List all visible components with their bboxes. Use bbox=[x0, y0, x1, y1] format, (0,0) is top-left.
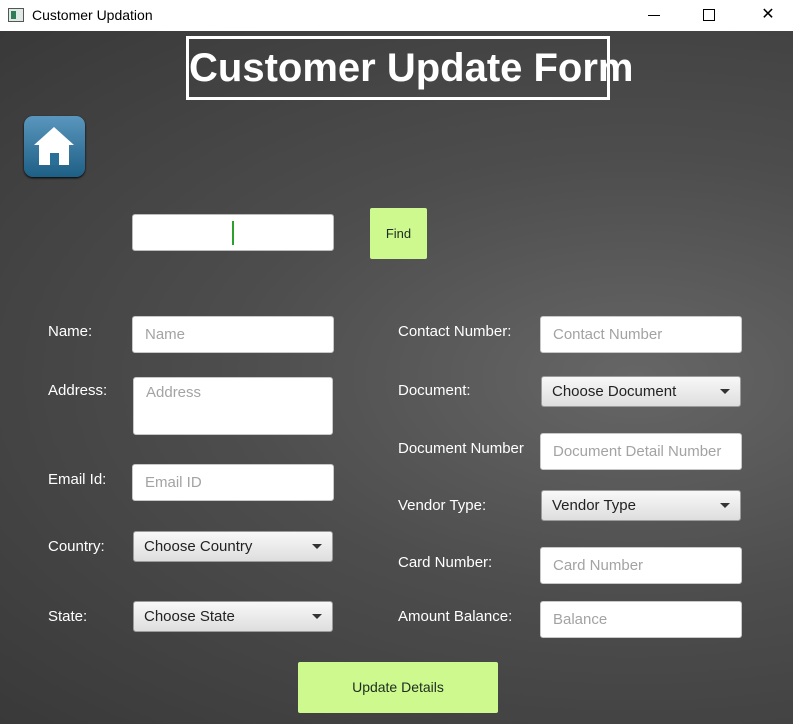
search-input[interactable] bbox=[132, 214, 334, 251]
find-button[interactable]: Find bbox=[370, 208, 427, 259]
state-select[interactable]: Choose State bbox=[133, 601, 333, 632]
close-button[interactable]: ✕ bbox=[745, 0, 791, 31]
form-area: Customer Update Form Find Name: Name Add… bbox=[0, 31, 793, 724]
maximize-button[interactable] bbox=[686, 0, 732, 31]
chevron-down-icon bbox=[312, 544, 322, 549]
minimize-icon bbox=[648, 15, 660, 16]
vendor-type-select-value: Vendor Type bbox=[552, 497, 636, 514]
document-label: Document: bbox=[398, 382, 471, 399]
amount-balance-label: Amount Balance: bbox=[398, 608, 513, 625]
vendor-type-label: Vendor Type: bbox=[398, 497, 487, 514]
minimize-button[interactable] bbox=[631, 0, 677, 31]
chevron-down-icon bbox=[312, 614, 322, 619]
email-field[interactable]: Email ID bbox=[132, 464, 334, 501]
update-details-button[interactable]: Update Details bbox=[298, 662, 498, 713]
card-number-label: Card Number: bbox=[398, 554, 493, 571]
document-number-label: Document Number bbox=[398, 440, 524, 457]
chevron-down-icon bbox=[720, 389, 730, 394]
text-caret bbox=[232, 221, 234, 245]
contact-number-label: Contact Number: bbox=[398, 323, 512, 340]
home-button[interactable] bbox=[24, 116, 85, 177]
title-bar: Customer Updation ✕ bbox=[0, 0, 793, 31]
country-label: Country: bbox=[48, 538, 105, 555]
email-label: Email Id: bbox=[48, 471, 107, 488]
close-icon: ✕ bbox=[761, 6, 775, 23]
address-label: Address: bbox=[48, 382, 108, 399]
chevron-down-icon bbox=[720, 503, 730, 508]
window-title: Customer Updation bbox=[32, 7, 153, 23]
balance-field[interactable]: Balance bbox=[540, 601, 742, 638]
contact-number-field[interactable]: Contact Number bbox=[540, 316, 742, 353]
document-select[interactable]: Choose Document bbox=[541, 376, 741, 407]
state-select-value: Choose State bbox=[144, 608, 235, 625]
page-title: Customer Update Form bbox=[186, 36, 634, 100]
document-select-value: Choose Document bbox=[552, 383, 677, 400]
name-field[interactable]: Name bbox=[132, 316, 334, 353]
app-window-icon bbox=[8, 8, 24, 22]
document-number-field[interactable]: Document Detail Number bbox=[540, 433, 742, 470]
card-number-field[interactable]: Card Number bbox=[540, 547, 742, 584]
state-label: State: bbox=[48, 608, 88, 625]
country-select[interactable]: Choose Country bbox=[133, 531, 333, 562]
home-icon bbox=[34, 127, 74, 145]
address-field[interactable]: Address bbox=[133, 377, 333, 435]
maximize-icon bbox=[703, 9, 715, 21]
country-select-value: Choose Country bbox=[144, 538, 253, 555]
vendor-type-select[interactable]: Vendor Type bbox=[541, 490, 741, 521]
house-door-icon bbox=[50, 153, 59, 165]
name-label: Name: bbox=[48, 323, 93, 340]
